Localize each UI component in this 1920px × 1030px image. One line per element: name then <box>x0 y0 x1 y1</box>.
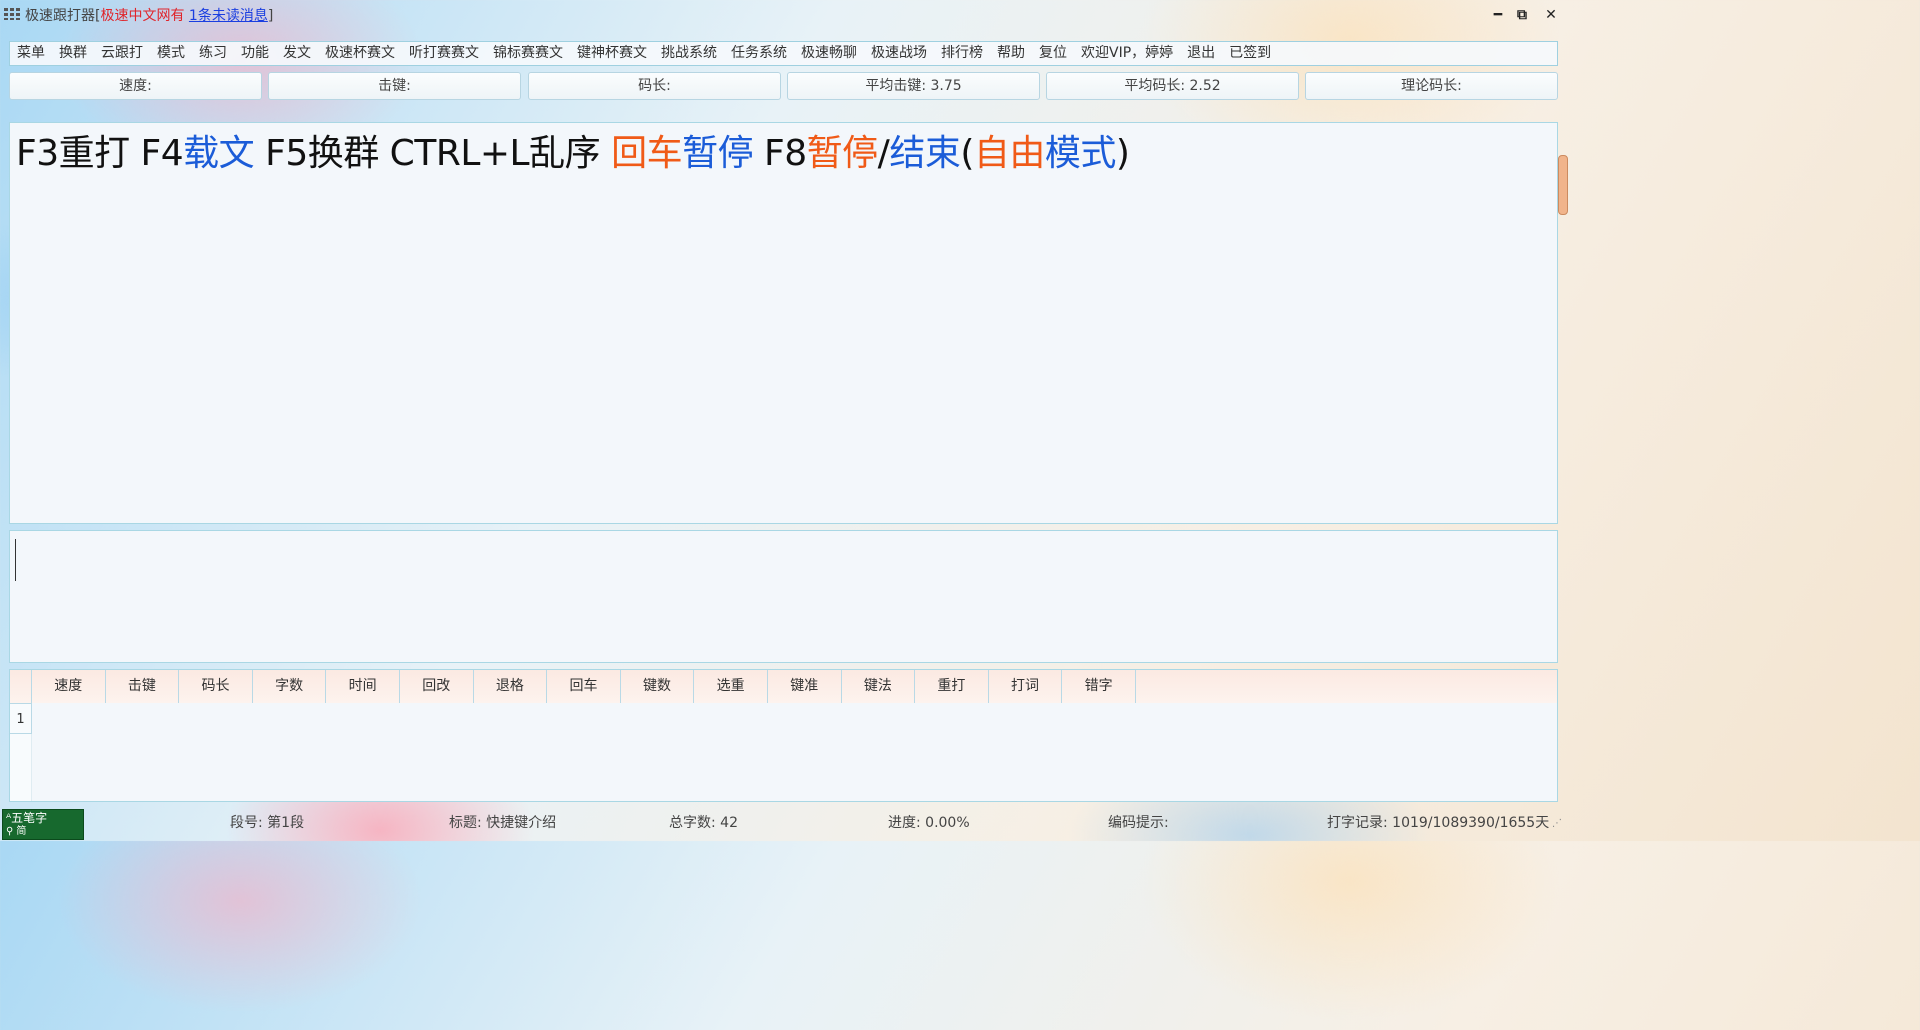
menu-item[interactable]: 练习 <box>192 42 234 65</box>
segment-status: 段号: 第1段 <box>230 815 305 831</box>
menu-item[interactable]: 帮助 <box>990 42 1032 65</box>
column-header[interactable]: 码长 <box>179 670 253 703</box>
menu-item[interactable]: 功能 <box>234 42 276 65</box>
text-seg: 载文 <box>183 133 255 174</box>
column-header[interactable]: 速度 <box>32 670 106 703</box>
text-seg: 回车 <box>611 133 683 174</box>
app-grid-icon[interactable] <box>4 8 20 20</box>
text-seg: F5换群 CTRL+L乱序 <box>254 133 612 174</box>
column-header[interactable]: 时间 <box>326 670 400 703</box>
row-number[interactable]: 1 <box>10 703 32 734</box>
menu-item[interactable]: 排行榜 <box>934 42 990 65</box>
title-prefix: 极速跟打器[ <box>25 8 101 24</box>
grid-corner <box>10 670 32 703</box>
resize-grip-icon[interactable]: ⋰ <box>1552 818 1562 829</box>
code-hint-status: 编码提示: <box>1108 815 1169 831</box>
menu-bar: 菜单 换群 云跟打 模式 练习 功能 发文 极速杯赛文 听打赛赛文 锦标赛赛文 键神杯赛文 挑战系统任… <box>9 41 1558 66</box>
menu-item[interactable]: 换群 <box>52 42 94 65</box>
text-seg: 结束 <box>889 133 961 174</box>
restore-button[interactable]: ⧉ <box>1513 6 1531 24</box>
column-header[interactable]: 键准 <box>768 670 842 703</box>
column-header[interactable]: 打词 <box>989 670 1063 703</box>
menu-item[interactable]: 键神杯赛文 <box>570 42 654 65</box>
menu-item[interactable]: 退出 <box>1180 42 1222 65</box>
status-bar: 段号: 第1段 标题: 快捷键介绍 总字数: 42 进度: 0.00% 编码提示… <box>0 806 1568 838</box>
menu-item[interactable]: 极速杯赛文 <box>318 42 402 65</box>
text-seg: F8 <box>753 133 807 174</box>
column-header[interactable]: 选重 <box>694 670 768 703</box>
column-header[interactable]: 重打 <box>915 670 989 703</box>
typing-input-area[interactable] <box>9 530 1558 663</box>
progress-status: 进度: 0.00% <box>888 815 970 831</box>
menu-item[interactable]: 极速战场 <box>864 42 934 65</box>
column-header[interactable]: 字数 <box>253 670 327 703</box>
menu-item[interactable]: 听打赛赛文 <box>402 42 486 65</box>
title-bar: 极速跟打器[极速中文网有 1条未读消息] ━ ⧉ ✕ <box>0 0 1568 30</box>
results-grid: 速度 击键 码长 字数 时间 回改 退格 回车 键数 选重 键准 键法 重打 打词 错字 1 <box>9 669 1558 802</box>
total-chars-status: 总字数: 42 <box>669 815 738 831</box>
text-seg: 自由 <box>973 133 1046 174</box>
typing-record-status: 打字记录: 1019/1089390/1655天 <box>1327 815 1550 831</box>
menu-item[interactable]: 复位 <box>1032 42 1074 65</box>
column-header[interactable]: 键法 <box>842 670 916 703</box>
menu-item[interactable]: 菜单 <box>10 42 52 65</box>
site-notice: 极速中文网有 <box>100 8 185 24</box>
source-text-panel[interactable]: F3重打 F4载文 F5换群 CTRL+L乱序 回车暂停 F8暂停/结束(自由模… <box>9 122 1558 524</box>
menu-item[interactable]: 欢迎VIP，婷婷 <box>1074 42 1180 65</box>
menu-item[interactable]: 任务系统 <box>724 42 794 65</box>
source-text: F3重打 F4载文 F5换群 CTRL+L乱序 回车暂停 F8暂停/结束(自由模… <box>16 131 1130 177</box>
text-seg: / <box>877 133 890 174</box>
window-title: 极速跟打器[极速中文网有 1条未读消息] <box>25 5 273 25</box>
menu-item[interactable]: 发文 <box>276 42 318 65</box>
text-caret <box>15 539 16 581</box>
avg-code-length-stat: 平均码长: 2.52 <box>1046 72 1299 100</box>
column-header[interactable]: 击键 <box>106 670 180 703</box>
code-length-stat: 码长: <box>528 72 781 100</box>
theory-code-length-stat: 理论码长: <box>1305 72 1558 100</box>
minimize-button[interactable]: ━ <box>1489 6 1507 24</box>
column-header[interactable]: 键数 <box>621 670 695 703</box>
menu-item[interactable]: 已签到 <box>1222 42 1278 65</box>
column-header[interactable]: 回车 <box>547 670 621 703</box>
column-header[interactable]: 回改 <box>400 670 474 703</box>
speed-stat: 速度: <box>9 72 262 100</box>
unread-messages-link[interactable]: 1条未读消息 <box>189 8 268 24</box>
grid-header: 速度 击键 码长 字数 时间 回改 退格 回车 键数 选重 键准 键法 重打 打词 错字 <box>10 670 1557 703</box>
column-header[interactable]: 错字 <box>1062 670 1136 703</box>
keystroke-stat: 击键: <box>268 72 521 100</box>
title-status: 标题: 快捷键介绍 <box>449 815 557 831</box>
close-button[interactable]: ✕ <box>1542 6 1560 24</box>
menu-item[interactable]: 挑战系统 <box>654 42 724 65</box>
avg-keystroke-stat: 平均击键: 3.75 <box>787 72 1040 100</box>
row-gutter <box>10 734 32 801</box>
column-header[interactable]: 退格 <box>474 670 548 703</box>
title-suffix: ] <box>267 8 274 24</box>
text-seg: F3重打 F4 <box>16 133 184 174</box>
menu-item[interactable]: 云跟打 <box>94 42 150 65</box>
menu-item[interactable]: 模式 <box>150 42 192 65</box>
menu-item[interactable]: 锦标赛赛文 <box>486 42 570 65</box>
menu-item[interactable]: 极速畅聊 <box>794 42 864 65</box>
text-seg: 暂停 <box>806 133 879 174</box>
text-seg: ( <box>960 133 974 174</box>
text-seg: 暂停 <box>682 133 754 174</box>
text-seg: 模式 <box>1044 133 1117 174</box>
text-seg: ) <box>1115 133 1130 174</box>
vertical-scrollbar[interactable] <box>1558 155 1568 215</box>
